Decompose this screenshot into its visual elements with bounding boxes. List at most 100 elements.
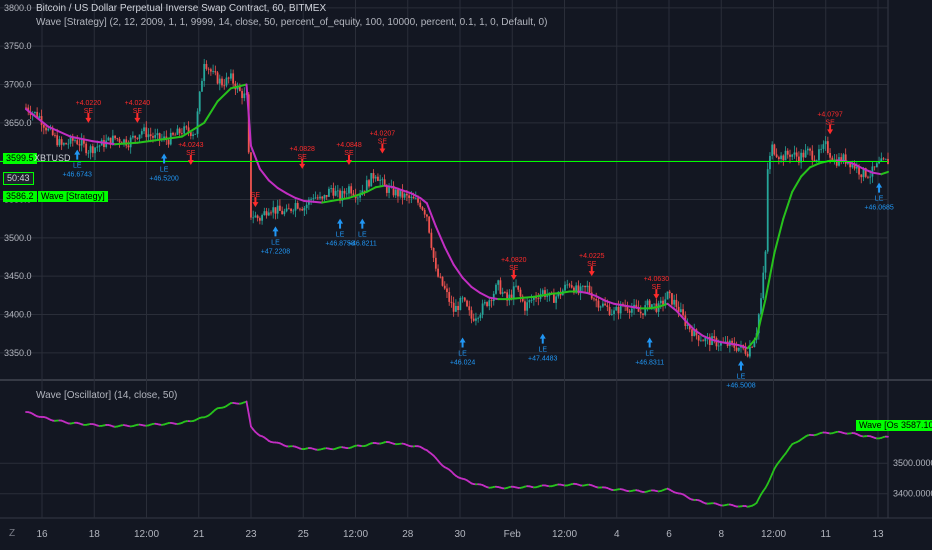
countdown-badge: 50:43 bbox=[3, 172, 34, 185]
trade-profit-label: +47.4483 bbox=[528, 356, 557, 363]
candle bbox=[826, 141, 829, 153]
candle bbox=[829, 152, 831, 158]
candle bbox=[194, 133, 197, 135]
y-tick-label: 3750.0 bbox=[4, 41, 32, 51]
trade-profit-label: +46.024 bbox=[450, 360, 476, 367]
strategy-legend[interactable]: Wave [Strategy] (2, 12, 2009, 1, 1, 9999… bbox=[36, 17, 547, 28]
candle bbox=[601, 303, 604, 307]
candle bbox=[873, 166, 876, 168]
candle bbox=[230, 73, 232, 79]
wave-segment bbox=[506, 297, 518, 301]
candle bbox=[348, 186, 350, 194]
candle bbox=[299, 208, 301, 210]
oscillator-legend[interactable]: Wave [Oscillator] (14, close, 50) bbox=[36, 390, 177, 401]
candle bbox=[287, 208, 290, 210]
candle bbox=[58, 139, 61, 146]
candle bbox=[495, 284, 497, 294]
candle bbox=[377, 176, 379, 181]
trade-label: LE bbox=[875, 196, 884, 203]
candle bbox=[118, 138, 121, 143]
candle bbox=[365, 180, 368, 191]
candle bbox=[517, 285, 520, 290]
candle bbox=[470, 310, 473, 319]
candle bbox=[789, 154, 791, 157]
candle bbox=[381, 179, 384, 181]
candle bbox=[76, 140, 79, 145]
candle bbox=[265, 211, 268, 216]
candle bbox=[822, 144, 825, 149]
trade-profit-label: +46.6743 bbox=[63, 172, 92, 179]
candle bbox=[597, 300, 600, 308]
x-tick-label: 12:00 bbox=[134, 529, 159, 540]
candle bbox=[751, 346, 754, 348]
candle bbox=[296, 202, 299, 209]
candle bbox=[546, 295, 549, 297]
trade-label: LE bbox=[458, 351, 467, 358]
candle bbox=[659, 300, 662, 304]
candle bbox=[198, 91, 201, 112]
candle bbox=[570, 285, 573, 288]
candle bbox=[205, 63, 208, 69]
candle bbox=[488, 300, 491, 307]
trade-profit-label: +4.0848 bbox=[336, 142, 362, 149]
wave-segment bbox=[523, 295, 535, 299]
candle bbox=[374, 176, 377, 179]
candle bbox=[232, 73, 235, 84]
candle bbox=[666, 291, 669, 300]
candle bbox=[256, 215, 259, 219]
candle bbox=[653, 303, 656, 305]
candle bbox=[62, 143, 65, 145]
trade-profit-label: +46.8311 bbox=[635, 360, 664, 367]
candle bbox=[60, 139, 63, 145]
candle bbox=[183, 126, 186, 134]
x-tick-label: 11 bbox=[821, 529, 832, 540]
trade-profit-label: +46.5200 bbox=[149, 176, 178, 183]
candle bbox=[448, 292, 451, 302]
candle bbox=[38, 116, 41, 119]
candle bbox=[138, 134, 141, 139]
candle bbox=[673, 299, 676, 305]
candle bbox=[207, 68, 210, 70]
candle bbox=[691, 329, 693, 337]
candle bbox=[804, 150, 807, 158]
y-tick-label: 3650.0 bbox=[4, 118, 32, 128]
candle bbox=[241, 90, 243, 99]
candle bbox=[595, 299, 598, 301]
candle bbox=[461, 297, 464, 299]
candle bbox=[328, 188, 330, 197]
candle bbox=[147, 134, 150, 138]
candle bbox=[512, 286, 515, 299]
candle bbox=[519, 289, 522, 297]
candle bbox=[325, 195, 328, 197]
candle bbox=[336, 190, 339, 192]
candle bbox=[267, 212, 270, 216]
candle bbox=[276, 205, 279, 214]
candle bbox=[223, 85, 226, 87]
candle bbox=[85, 143, 88, 154]
candle bbox=[806, 148, 809, 151]
wave-segment bbox=[312, 200, 324, 204]
candle bbox=[477, 317, 480, 319]
candle bbox=[662, 300, 664, 305]
trade-label: LE bbox=[271, 239, 280, 246]
candle bbox=[181, 133, 183, 135]
candle bbox=[530, 299, 533, 301]
trade-profit-label: +46.5008 bbox=[726, 383, 755, 390]
candle bbox=[312, 198, 315, 200]
chart-canvas[interactable]: 3800.03750.03700.03650.03600.03550.03500… bbox=[0, 0, 932, 550]
candle bbox=[586, 285, 589, 288]
strategy-value-badge: 3586.2 bbox=[3, 191, 37, 202]
candle bbox=[679, 309, 682, 313]
trade-profit-label: +4.0797 bbox=[817, 111, 843, 118]
candle bbox=[174, 134, 177, 136]
candle bbox=[158, 133, 161, 140]
candle bbox=[777, 157, 780, 160]
candle bbox=[412, 196, 415, 199]
candle bbox=[503, 292, 506, 293]
x-tick-label: 12:00 bbox=[761, 529, 786, 540]
candle bbox=[189, 132, 192, 136]
candle bbox=[74, 140, 76, 142]
tradingview-logo-icon[interactable]: Z bbox=[6, 528, 18, 539]
candle bbox=[771, 144, 774, 156]
x-tick-label: 8 bbox=[718, 529, 724, 540]
